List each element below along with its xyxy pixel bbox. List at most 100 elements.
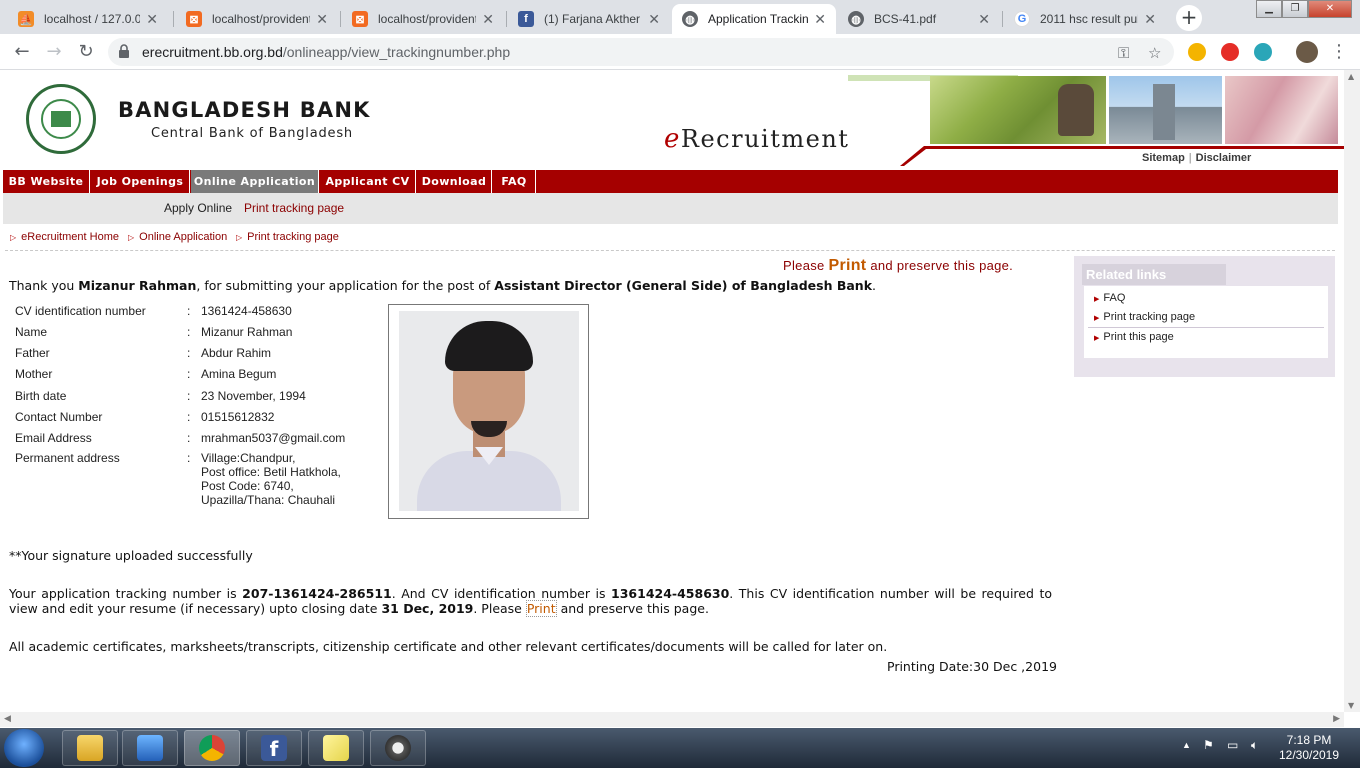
related-link-print-page[interactable]: ▶ Print this page xyxy=(1094,331,1174,343)
detail-colon: : xyxy=(187,367,191,381)
taskbar-screen-recorder[interactable] xyxy=(370,730,426,766)
vertical-scrollbar[interactable]: ▲ ▼ xyxy=(1344,70,1360,712)
scroll-down-icon[interactable]: ▼ xyxy=(1348,701,1354,710)
address-line: Village:Chandpur, xyxy=(201,451,296,465)
detail-label: Mother xyxy=(15,367,53,381)
thankyou-mid: , for submitting your application for th… xyxy=(196,278,495,293)
scroll-right-icon[interactable]: ▶ xyxy=(1333,714,1340,724)
banner-red-swoosh xyxy=(900,146,1344,166)
thank-you-message: Thank you Mizanur Rahman, for submitting… xyxy=(9,278,876,293)
tab-localhost-2[interactable]: ⊠ localhost/provident ✕ xyxy=(342,4,504,34)
close-tab-icon[interactable]: ✕ xyxy=(978,11,990,28)
menu-download[interactable]: Download xyxy=(417,170,492,193)
erecruitment-e: e xyxy=(664,124,681,154)
detail-colon: : xyxy=(187,410,191,424)
folder-icon xyxy=(77,735,103,761)
thankyou-end: . xyxy=(872,278,876,293)
detail-value: Amina Begum xyxy=(201,367,277,381)
action-center-flag-icon[interactable]: ⚑ xyxy=(1203,738,1214,752)
key-icon[interactable]: ⚿ xyxy=(1118,44,1129,62)
forward-button[interactable]: → xyxy=(42,40,66,64)
taskbar-facebook[interactable]: f xyxy=(246,730,302,766)
address-line: Upazilla/Thana: Chauhali xyxy=(201,493,336,507)
close-tab-icon[interactable]: ✕ xyxy=(814,11,826,28)
detail-label: Name xyxy=(15,325,48,339)
detail-label: CV identification number xyxy=(15,304,146,318)
extension-bulb-icon[interactable] xyxy=(1188,43,1206,61)
restore-button[interactable]: ❐ xyxy=(1282,0,1308,18)
url-path: /onlineapp/view_trackingnumber.php xyxy=(282,44,511,60)
tab-bcs-pdf[interactable]: ◍ BCS-41.pdf ✕ xyxy=(838,4,1000,34)
show-hidden-icons[interactable]: ▲ xyxy=(1182,740,1191,750)
breadcrumb-item[interactable]: ▷ Online Application xyxy=(128,231,227,243)
new-tab-button[interactable]: + xyxy=(1176,5,1202,31)
taskbar-chrome[interactable] xyxy=(184,730,240,766)
volume-icon[interactable]: 🔈︎ xyxy=(1251,738,1258,753)
tab-title: Application Tracking xyxy=(708,12,809,26)
tracking-text: . And CV identification number is xyxy=(391,586,612,601)
menu-job-openings[interactable]: Job Openings xyxy=(91,170,190,193)
close-tab-icon[interactable]: ✕ xyxy=(1144,11,1156,28)
closing-date: 31 Dec, 2019 xyxy=(381,601,474,616)
tab-phpmyadmin[interactable]: ⛵ localhost / 127.0.0.1 ✕ xyxy=(8,4,168,34)
related-link-print-tracking[interactable]: ▶ Print tracking page xyxy=(1094,311,1195,323)
menu-online-application[interactable]: Online Application xyxy=(191,170,319,193)
detail-value: 01515612832 xyxy=(201,410,275,424)
sitemap-link[interactable]: Sitemap xyxy=(1142,152,1185,164)
minimize-button[interactable]: ▁ xyxy=(1256,0,1282,18)
close-tab-icon[interactable]: ✕ xyxy=(146,11,158,28)
menu-applicant-cv[interactable]: Applicant CV xyxy=(320,170,416,193)
horizontal-scrollbar[interactable]: ◀ ▶ xyxy=(0,712,1344,727)
close-tab-icon[interactable]: ✕ xyxy=(316,11,328,28)
certificates-note: All academic certificates, marksheets/tr… xyxy=(9,639,888,654)
submenu-apply-online[interactable]: Apply Online xyxy=(164,201,232,215)
scroll-up-icon[interactable]: ▲ xyxy=(1348,72,1354,81)
menu-bb-website[interactable]: BB Website xyxy=(3,170,90,193)
tab-google-search[interactable]: G 2011 hsc result pub ✕ xyxy=(1004,4,1166,34)
system-clock[interactable]: 7:18 PM 12/30/2019 xyxy=(1276,733,1342,763)
breadcrumb-item[interactable]: ▷ eRecruitment Home xyxy=(10,231,119,243)
profile-avatar[interactable] xyxy=(1296,41,1318,63)
globe-icon: ◍ xyxy=(848,11,864,27)
close-tab-icon[interactable]: ✕ xyxy=(648,11,660,28)
related-link-faq[interactable]: ▶ FAQ xyxy=(1094,292,1125,304)
window-controls: ▁ ❐ ✕ xyxy=(1256,0,1352,18)
taskbar-file-explorer[interactable] xyxy=(62,730,118,766)
breadcrumb-item[interactable]: ▷ Print tracking page xyxy=(236,231,339,243)
extension-opera-icon[interactable] xyxy=(1221,43,1239,61)
tab-facebook[interactable]: f (1) Farjana Akther ✕ xyxy=(508,4,670,34)
media-player-icon xyxy=(137,735,163,761)
scroll-left-icon[interactable]: ◀ xyxy=(4,714,11,724)
start-button[interactable] xyxy=(4,729,44,767)
taskbar-sticky-notes[interactable] xyxy=(308,730,364,766)
windows-taskbar: f ▲ ⚑ ▭ 🔈︎ 7:18 PM 12/30/2019 xyxy=(0,728,1360,768)
address-line: Post office: Betil Hatkhola, xyxy=(201,465,341,479)
close-window-button[interactable]: ✕ xyxy=(1308,0,1352,18)
detail-colon: : xyxy=(187,431,191,445)
address-bar[interactable]: erecruitment.bb.org.bd/onlineapp/view_tr… xyxy=(108,38,1174,66)
tab-application-tracking[interactable]: ◍ Application Tracking ✕ xyxy=(672,4,836,34)
detail-colon: : xyxy=(187,389,191,403)
triangle-right-icon: ▶ xyxy=(1094,296,1100,303)
reload-button[interactable]: ↻ xyxy=(74,40,98,64)
print-link[interactable]: Print xyxy=(828,257,866,274)
bookmark-star-icon[interactable]: ☆ xyxy=(1148,44,1161,62)
related-link-label: Print tracking page xyxy=(1103,311,1196,323)
close-tab-icon[interactable]: ✕ xyxy=(482,11,494,28)
taskbar-media-player[interactable] xyxy=(122,730,178,766)
divider xyxy=(5,250,1335,251)
detail-label: Permanent address xyxy=(15,451,120,465)
submenu-print-tracking[interactable]: Print tracking page xyxy=(244,201,344,215)
back-button[interactable]: ← xyxy=(10,40,34,64)
url-host: erecruitment.bb.org.bd xyxy=(142,44,283,60)
xampp-icon: ⊠ xyxy=(352,11,368,27)
menu-faq[interactable]: FAQ xyxy=(493,170,536,193)
disclaimer-link[interactable]: Disclaimer xyxy=(1196,152,1252,164)
network-icon[interactable]: ▭ xyxy=(1227,738,1238,752)
menu-kebab-icon[interactable]: ⋮ xyxy=(1327,40,1351,64)
extension-globe-icon[interactable] xyxy=(1254,43,1272,61)
bangladesh-bank-seal-logo[interactable] xyxy=(26,84,96,154)
print-inline-link[interactable]: Print xyxy=(525,600,557,617)
tab-localhost-1[interactable]: ⊠ localhost/provident ✕ xyxy=(176,4,338,34)
browser-tab-strip: ⛵ localhost / 127.0.0.1 ✕ ⊠ localhost/pr… xyxy=(0,0,1360,34)
